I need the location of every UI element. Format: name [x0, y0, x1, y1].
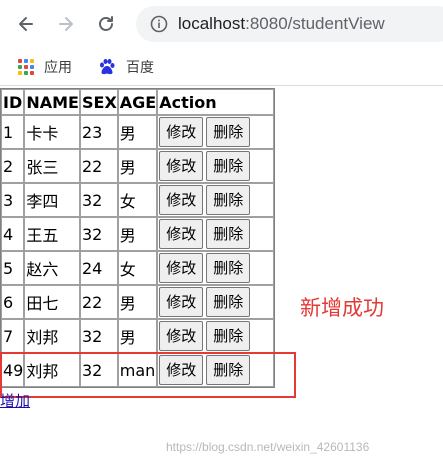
delete-button[interactable]: 删除 [206, 219, 251, 249]
delete-button[interactable]: 删除 [206, 287, 251, 317]
cell-action: 修改 删除 [157, 115, 275, 149]
cell-sex: 22 [79, 285, 118, 319]
cell-name: 李四 [24, 183, 80, 217]
bookmark-label: 应用 [44, 60, 72, 76]
table-header-row: ID NAME SEX AGE Action [1, 89, 275, 115]
cell-action: 修改 删除 [157, 353, 275, 387]
arrow-left-icon [19, 17, 33, 31]
cell-name: 张三 [24, 149, 80, 183]
cell-id: 3 [1, 183, 25, 217]
address-bar[interactable]: localhost:8080/studentView [136, 6, 443, 42]
reload-icon [99, 16, 113, 31]
edit-button[interactable]: 修改 [159, 321, 204, 351]
cell-id: 4 [1, 217, 25, 251]
bookmark-label: 百度 [126, 60, 154, 76]
cell-age: 男 [117, 217, 158, 251]
arrow-right-icon [59, 17, 73, 31]
cell-name: 王五 [24, 217, 80, 251]
cell-action: 修改 删除 [157, 251, 275, 285]
cell-name: 田七 [24, 285, 80, 319]
edit-button[interactable]: 修改 [159, 185, 204, 215]
page-content: ID NAME SEX AGE Action 1 卡卡 23 男 修改 删除 2 … [0, 88, 443, 470]
cell-id: 5 [1, 251, 25, 285]
delete-button[interactable]: 删除 [206, 253, 251, 283]
table-row: 1 卡卡 23 男 修改 删除 [1, 115, 275, 149]
add-link[interactable]: 增加 [0, 390, 30, 411]
apps-grid-icon [18, 59, 34, 75]
table-row: 2 张三 22 男 修改 删除 [1, 149, 275, 183]
header-age: AGE [117, 89, 158, 115]
delete-button[interactable]: 删除 [206, 355, 251, 385]
cell-age: 男 [117, 319, 158, 353]
url-text: localhost:8080/studentView [178, 14, 385, 34]
table-row: 6 田七 22 男 修改 删除 [1, 285, 275, 319]
header-name: NAME [24, 89, 80, 115]
cell-age: 男 [117, 285, 158, 319]
cell-name: 赵六 [24, 251, 80, 285]
cell-id: 1 [1, 115, 25, 149]
cell-age: man [117, 353, 158, 387]
cell-action: 修改 删除 [157, 319, 275, 353]
cell-id: 49 [1, 353, 25, 387]
bookmarks-bar: 应用 百度 [0, 48, 443, 86]
cell-name: 卡卡 [24, 115, 80, 149]
edit-button[interactable]: 修改 [159, 355, 204, 385]
cell-name: 刘邦 [24, 319, 80, 353]
cell-age: 女 [117, 183, 158, 217]
header-id: ID [1, 89, 25, 115]
baidu-paw-icon [100, 59, 115, 75]
cell-sex: 22 [79, 149, 118, 183]
bookmark-apps[interactable]: 应用 [18, 56, 72, 78]
edit-button[interactable]: 修改 [159, 253, 204, 283]
cell-id: 6 [1, 285, 25, 319]
table-row: 49 刘邦 32 man 修改 删除 [1, 353, 275, 387]
delete-button[interactable]: 删除 [206, 185, 251, 215]
delete-button[interactable]: 删除 [206, 151, 251, 181]
table-row: 3 李四 32 女 修改 删除 [1, 183, 275, 217]
cell-sex: 23 [79, 115, 118, 149]
table-row: 7 刘邦 32 男 修改 删除 [1, 319, 275, 353]
cell-action: 修改 删除 [157, 149, 275, 183]
edit-button[interactable]: 修改 [159, 219, 204, 249]
cell-sex: 32 [79, 183, 118, 217]
cell-action: 修改 删除 [157, 183, 275, 217]
cell-age: 男 [117, 115, 158, 149]
cell-action: 修改 删除 [157, 285, 275, 319]
info-icon[interactable] [150, 15, 168, 33]
cell-id: 2 [1, 149, 25, 183]
cell-sex: 32 [79, 319, 118, 353]
url-path: :8080/studentView [245, 14, 385, 33]
cell-age: 男 [117, 149, 158, 183]
delete-button[interactable]: 删除 [206, 117, 251, 147]
cell-name: 刘邦 [24, 353, 80, 387]
cell-sex: 32 [79, 353, 118, 387]
forward-button[interactable] [52, 10, 80, 38]
back-button[interactable] [12, 10, 40, 38]
edit-button[interactable]: 修改 [159, 117, 204, 147]
cell-age: 女 [117, 251, 158, 285]
bookmark-baidu[interactable]: 百度 [98, 56, 154, 78]
header-sex: SEX [79, 89, 118, 115]
table-row: 4 王五 32 男 修改 删除 [1, 217, 275, 251]
edit-button[interactable]: 修改 [159, 287, 204, 317]
cell-id: 7 [1, 319, 25, 353]
reload-button[interactable] [92, 10, 120, 38]
success-annotation: 新增成功 [300, 296, 384, 320]
edit-button[interactable]: 修改 [159, 151, 204, 181]
cell-sex: 32 [79, 217, 118, 251]
browser-toolbar: localhost:8080/studentView [0, 0, 443, 48]
cell-sex: 24 [79, 251, 118, 285]
header-action: Action [157, 89, 275, 115]
student-table: ID NAME SEX AGE Action 1 卡卡 23 男 修改 删除 2 … [0, 88, 276, 388]
table-row: 5 赵六 24 女 修改 删除 [1, 251, 275, 285]
watermark: https://blog.csdn.net/weixin_42601136 [166, 440, 370, 454]
url-host: localhost [178, 14, 246, 33]
delete-button[interactable]: 删除 [206, 321, 251, 351]
cell-action: 修改 删除 [157, 217, 275, 251]
